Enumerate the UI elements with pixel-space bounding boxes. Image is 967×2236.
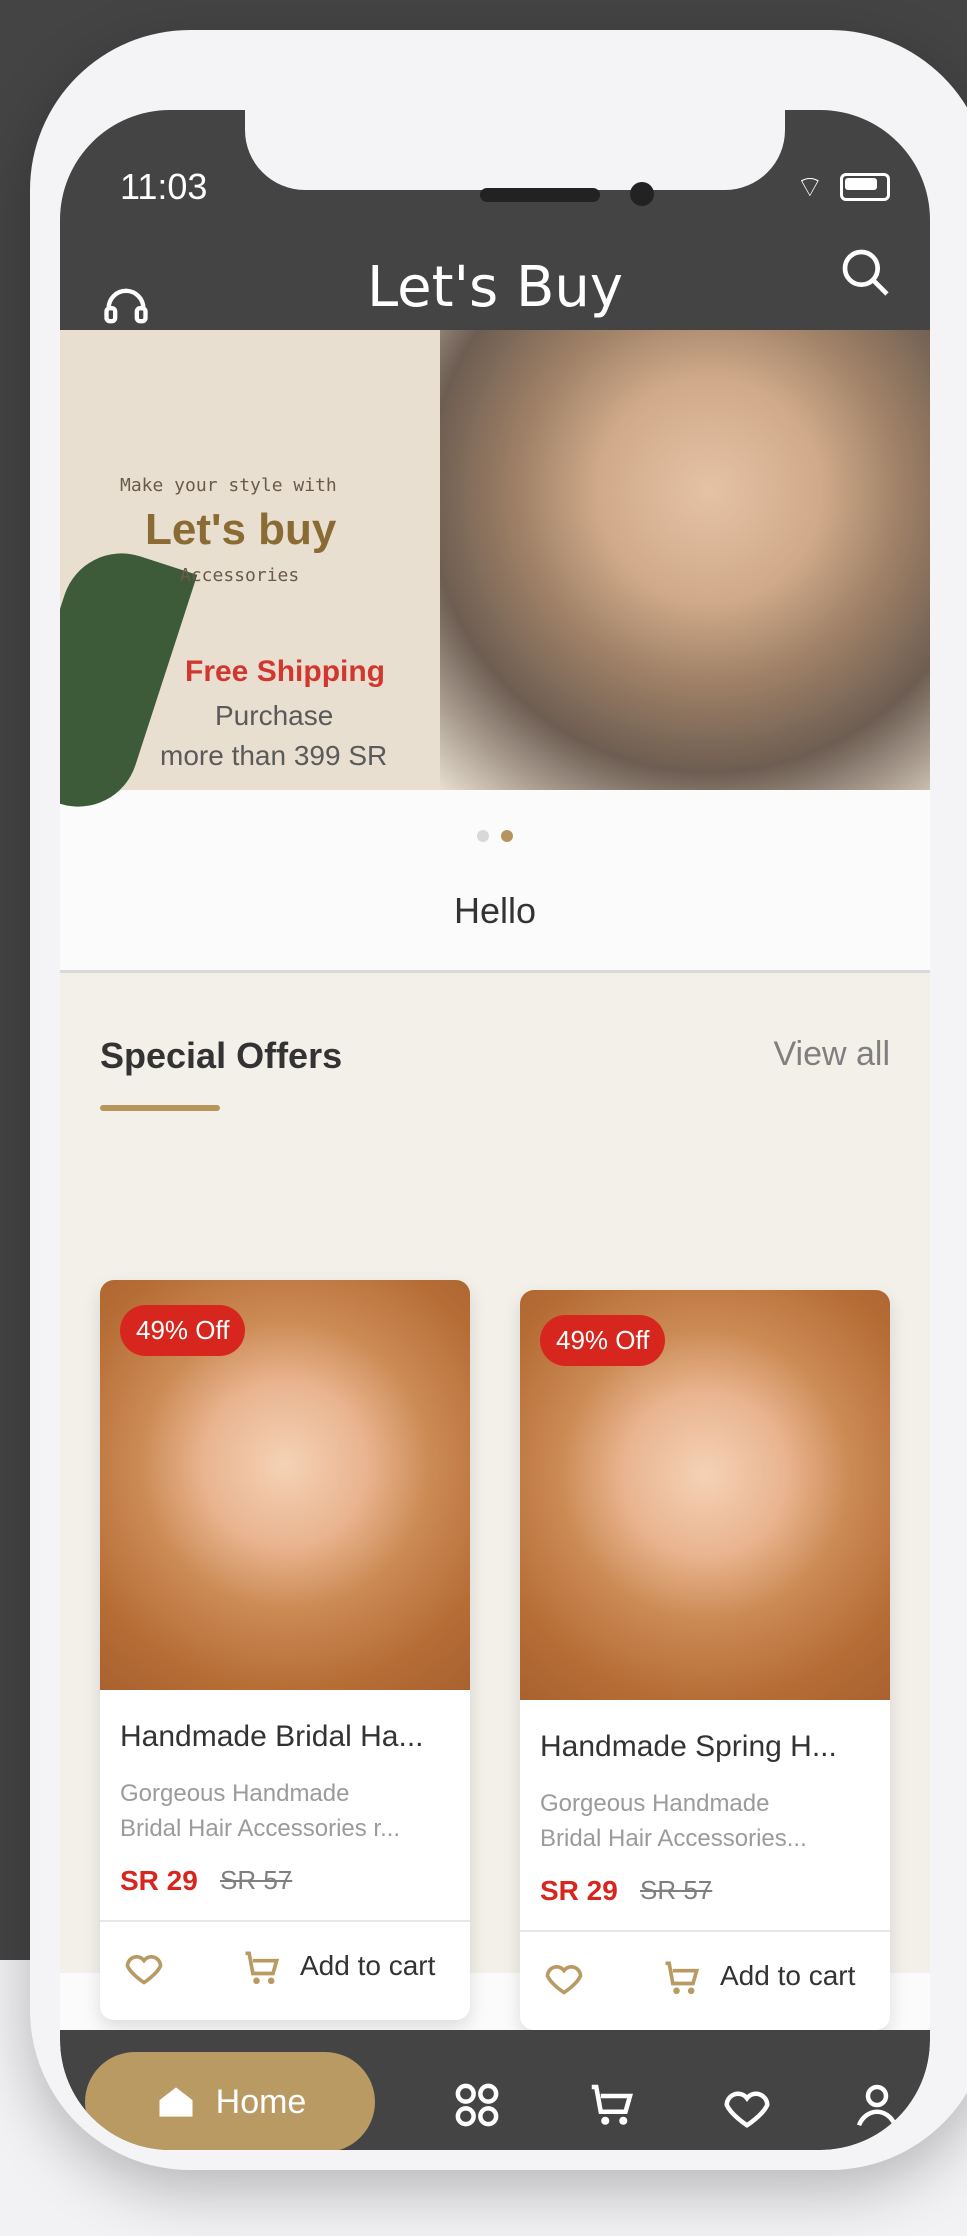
product-card[interactable]: 49% Off Handmade Spring H... Gorgeous Ha…	[520, 1290, 890, 2030]
wishlist-heart-icon[interactable]	[122, 1944, 166, 1988]
status-icons: ⌔	[796, 168, 890, 206]
categories-icon[interactable]	[450, 2078, 504, 2132]
banner-kicker: Make your style with	[120, 475, 337, 496]
bottom-navigation: Home	[60, 2030, 930, 2150]
add-to-cart-button[interactable]: Add to cart	[720, 1960, 855, 1992]
banner-promo-line2: more than 399 SR	[160, 740, 388, 771]
product-name[interactable]: Handmade Bridal Ha...	[120, 1720, 424, 1754]
product-description-line1: Gorgeous Handmade	[120, 1780, 350, 1807]
leaf-decoration	[60, 537, 198, 823]
battery-icon	[840, 173, 890, 201]
banner-headline: Let's buy	[145, 505, 337, 554]
promo-banner[interactable]: Make your style with Let's buy Accessori…	[60, 330, 930, 823]
discount-badge: 49% Off	[120, 1305, 246, 1356]
product-price: SR 29	[120, 1865, 198, 1896]
cart-icon[interactable]	[660, 1956, 704, 2000]
wishlist-nav-icon[interactable]	[720, 2078, 774, 2132]
speaker-grille	[480, 188, 600, 202]
product-description-line2: Bridal Hair Accessories...	[540, 1825, 807, 1852]
cart-nav-icon[interactable]	[585, 2078, 639, 2132]
product-description-line1: Gorgeous Handmade	[540, 1790, 770, 1817]
front-camera	[630, 182, 654, 206]
view-all-link[interactable]: View all	[773, 1035, 890, 1074]
special-offers-title: Special Offers	[100, 1035, 343, 1076]
special-offers-underline	[100, 1105, 220, 1111]
product-actions: Add to cart	[520, 1930, 890, 2030]
product-old-price: SR 57	[220, 1865, 293, 1895]
product-name[interactable]: Handmade Spring H...	[540, 1730, 837, 1764]
banner-promo-title: Free Shipping	[185, 655, 386, 688]
home-icon	[159, 2087, 193, 2117]
product-old-price: SR 57	[640, 1875, 713, 1905]
banner-subline: Accessories	[180, 565, 300, 586]
cart-icon[interactable]	[240, 1946, 284, 1990]
profile-icon[interactable]	[850, 2078, 904, 2132]
phone-notch	[245, 110, 785, 190]
discount-badge: 49% Off	[540, 1315, 666, 1366]
banner-promo-line1: Purchase	[215, 700, 334, 731]
banner-copy: Make your style with Let's buy Accessori…	[60, 330, 440, 823]
product-card[interactable]: 49% Off Handmade Bridal Ha... Gorgeous H…	[100, 1280, 470, 2020]
pagination-dot[interactable]	[477, 830, 489, 842]
pagination-dot-active[interactable]	[501, 830, 513, 842]
nav-home-label: Home	[215, 2082, 307, 2121]
search-icon[interactable]	[838, 245, 894, 301]
add-to-cart-button[interactable]: Add to cart	[300, 1950, 435, 1982]
wishlist-heart-icon[interactable]	[542, 1954, 586, 1998]
app-screen: 11:03 ⌔ Let's Buy Make your style with L…	[60, 110, 930, 2150]
nav-home-button[interactable]: Home	[85, 2052, 375, 2150]
app-header: 11:03 ⌔ Let's Buy	[60, 110, 930, 330]
status-time: 11:03	[120, 166, 208, 207]
app-title: Let's Buy	[366, 255, 624, 320]
wifi-icon: ⌔	[795, 171, 824, 204]
greeting-text: Hello	[453, 890, 537, 931]
product-description-line2: Bridal Hair Accessories r...	[120, 1815, 401, 1842]
product-actions: Add to cart	[100, 1920, 470, 2020]
product-price: SR 29	[540, 1875, 618, 1906]
banner-model-photo	[440, 330, 930, 790]
banner-pagination	[60, 830, 930, 842]
